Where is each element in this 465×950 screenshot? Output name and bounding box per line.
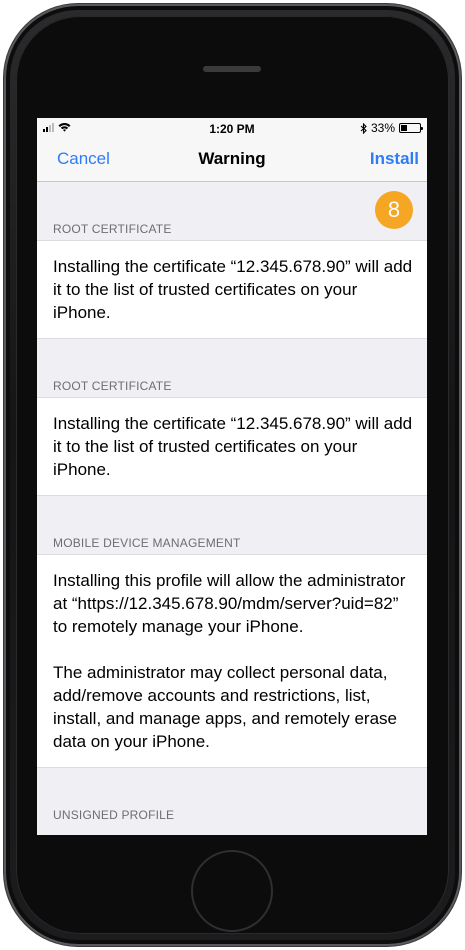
section-header: UNSIGNED PROFILE	[53, 808, 175, 822]
section-header: ROOT CERTIFICATE	[53, 222, 172, 236]
section-header: MOBILE DEVICE MANAGEMENT	[53, 536, 241, 550]
step-number-badge: 8	[375, 191, 413, 229]
section-header: ROOT CERTIFICATE	[53, 379, 172, 393]
section-root-certificate-1: ROOT CERTIFICATE Installing the certific…	[37, 182, 427, 339]
status-bar: 1:20 PM 33%	[37, 118, 427, 138]
section-mobile-device-management: MOBILE DEVICE MANAGEMENT Installing this…	[37, 496, 427, 768]
battery-icon	[399, 123, 423, 133]
navigation-bar: Cancel Warning Install	[37, 138, 427, 182]
bluetooth-icon	[360, 122, 367, 134]
section-text: Installing this profile will allow the a…	[53, 571, 406, 636]
screen: 1:20 PM 33% Cancel Warning Install ROOT …	[37, 118, 427, 835]
home-button[interactable]	[191, 850, 273, 932]
section-unsigned-profile: UNSIGNED PROFILE	[37, 768, 427, 826]
section-text: Installing the certificate “12.345.678.9…	[53, 257, 413, 322]
profile-warnings-list: ROOT CERTIFICATE Installing the certific…	[37, 182, 427, 826]
section-text: Installing the certificate “12.345.678.9…	[53, 414, 413, 479]
section-text: The administrator may collect personal d…	[53, 663, 397, 751]
install-button[interactable]: Install	[370, 149, 419, 169]
section-body: Installing this profile will allow the a…	[37, 554, 427, 768]
section-body: Installing the certificate “12.345.678.9…	[37, 397, 427, 496]
speaker-grille	[203, 66, 261, 72]
section-root-certificate-2: ROOT CERTIFICATE Installing the certific…	[37, 339, 427, 496]
battery-percent: 33%	[370, 121, 395, 135]
page-title: Warning	[198, 149, 266, 168]
battery-fill	[401, 125, 407, 131]
status-right: 33%	[360, 121, 423, 135]
section-body: Installing the certificate “12.345.678.9…	[37, 240, 427, 339]
